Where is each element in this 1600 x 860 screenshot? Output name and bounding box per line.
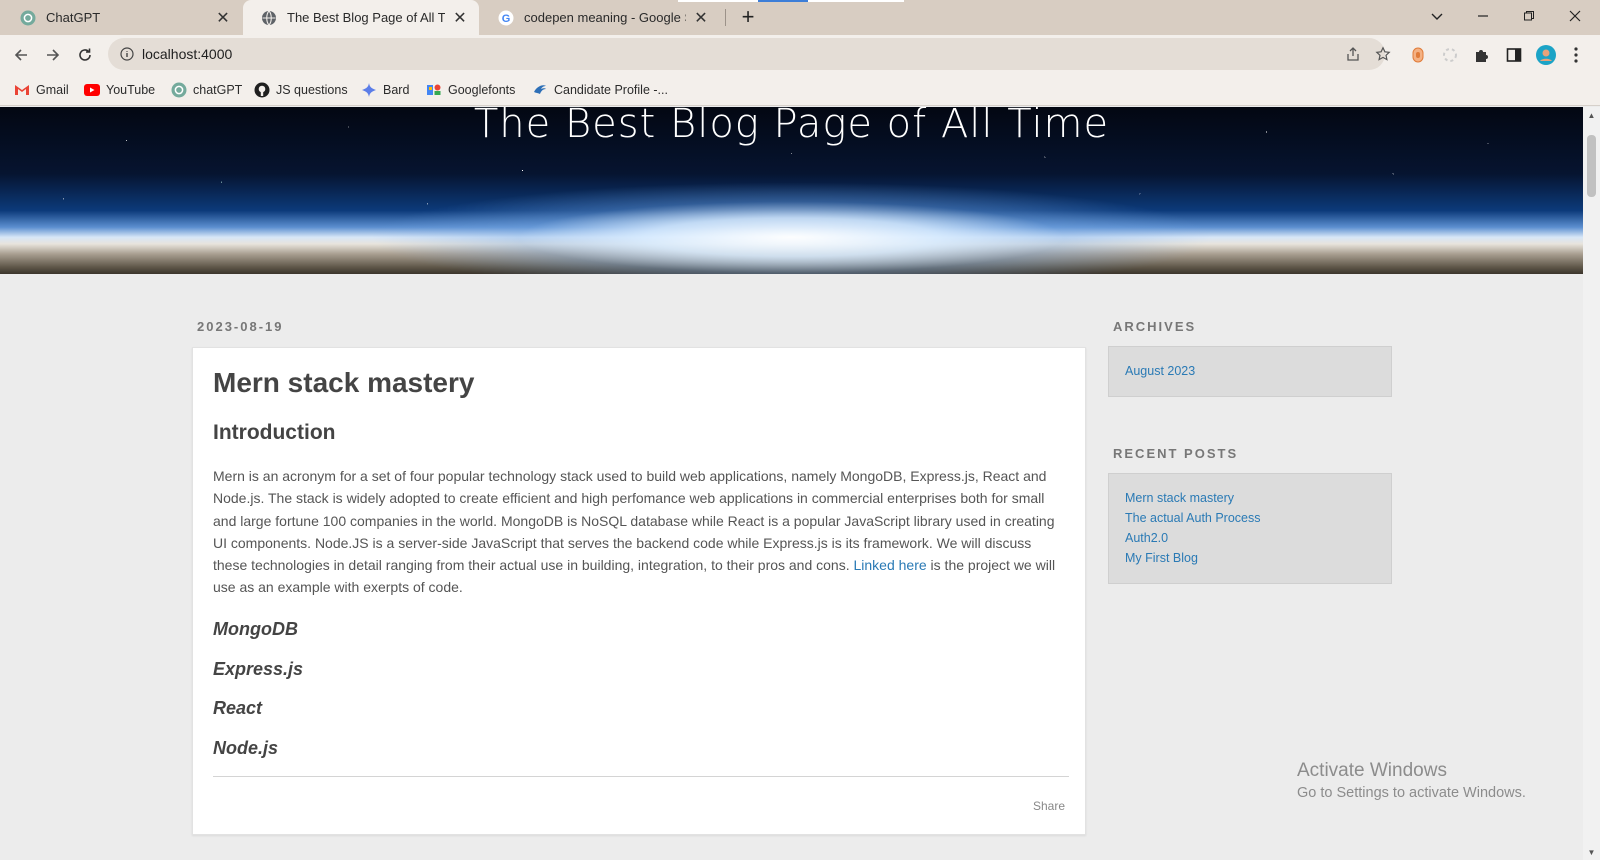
watermark-line1: Activate Windows: [1297, 760, 1447, 781]
page-scrollbar[interactable]: ▲ ▼: [1583, 107, 1600, 860]
tab-search-button[interactable]: [1414, 0, 1460, 32]
tab-label: codepen meaning - Google Search: [524, 10, 686, 25]
back-button[interactable]: [8, 42, 34, 68]
bookmark-star-icon[interactable]: [1374, 45, 1392, 63]
url-text: localhost:4000: [142, 46, 233, 62]
restore-icon: [1524, 11, 1534, 21]
chatgpt-icon: [171, 82, 187, 98]
close-icon[interactable]: ✕: [214, 9, 232, 27]
bookmark-candidate-profile[interactable]: Candidate Profile -...: [532, 80, 668, 100]
tab-strip: ChatGPT ✕ The Best Blog Page of All Time…: [0, 0, 1600, 35]
bookmark-label: YouTube: [106, 83, 156, 97]
site-title[interactable]: The Best Blog Page of All Time: [0, 107, 1583, 147]
minimize-icon: [1478, 15, 1488, 17]
youtube-icon: [84, 82, 100, 98]
browser-menu-icon[interactable]: [1565, 44, 1587, 66]
project-link[interactable]: Linked here: [854, 557, 927, 573]
svg-text:G: G: [502, 13, 511, 25]
reload-icon: [79, 48, 91, 61]
post-body: Mern is an acronym for a set of four pop…: [213, 465, 1069, 599]
archives-box: August 2023: [1108, 346, 1392, 397]
divider: [213, 776, 1069, 777]
archive-link[interactable]: August 2023: [1125, 364, 1195, 378]
bookmark-gmail[interactable]: Gmail: [14, 80, 69, 100]
bookmark-bard[interactable]: Bard: [361, 80, 409, 100]
scroll-down-icon[interactable]: ▼: [1583, 844, 1600, 860]
share-icon[interactable]: [1344, 45, 1362, 63]
tab-separator: [725, 9, 726, 26]
side-panel-icon[interactable]: [1503, 44, 1525, 66]
forward-button[interactable]: [40, 42, 66, 68]
bookmark-googlefonts[interactable]: Googlefonts: [426, 80, 515, 100]
gmail-icon: [14, 82, 30, 98]
tab-label: The Best Blog Page of All Time: [287, 10, 445, 25]
activate-windows-watermark: Activate Windows Go to Settings to activ…: [1297, 760, 1526, 801]
subheading-nodejs: Node.js: [213, 738, 279, 758]
section-heading: Introduction: [213, 421, 336, 444]
subheading-react: React: [213, 698, 263, 718]
bookmark-label: Candidate Profile -...: [554, 83, 668, 97]
close-icon[interactable]: ✕: [692, 9, 710, 27]
recent-post-link[interactable]: Mern stack mastery: [1125, 491, 1234, 505]
googlefonts-icon: [426, 82, 442, 98]
github-icon: [254, 82, 270, 98]
bookmarks-bar: Gmail YouTube chatGPT JS questions Bard …: [0, 73, 1600, 106]
tab-chatgpt[interactable]: ChatGPT ✕: [2, 0, 242, 35]
restore-button[interactable]: [1506, 0, 1552, 32]
browser-toolbar: localhost:4000: [0, 35, 1600, 73]
close-icon: [1569, 10, 1581, 22]
reload-button[interactable]: [72, 42, 98, 68]
arrow-left-icon: [14, 49, 27, 61]
recent-posts-heading: RECENT POSTS: [1113, 446, 1239, 461]
bookmark-label: Googlefonts: [448, 83, 516, 97]
page-viewport: The Best Blog Page of All Time 2023-08-1…: [0, 107, 1583, 860]
candidate-icon: [532, 82, 548, 98]
recent-post-link[interactable]: My First Blog: [1125, 551, 1198, 565]
chevron-down-icon: [1431, 13, 1443, 20]
loading-indicator-tail: [808, 0, 904, 2]
loading-indicator-accent: [758, 0, 808, 2]
bookmark-chatgpt[interactable]: chatGPT: [171, 80, 242, 100]
post-card: Mern stack mastery Introduction Mern is …: [192, 347, 1086, 835]
bookmark-label: Bard: [383, 83, 410, 97]
profile-avatar-icon[interactable]: [1535, 44, 1557, 66]
address-bar[interactable]: localhost:4000: [108, 38, 1391, 70]
extension-loading-icon[interactable]: [1439, 44, 1461, 66]
arrow-right-icon: [47, 49, 60, 61]
bookmark-label: Gmail: [36, 83, 69, 97]
tab-google-search[interactable]: G codepen meaning - Google Search ✕: [480, 0, 720, 35]
extension-orange-icon[interactable]: [1407, 44, 1429, 66]
post-date: 2023-08-19: [197, 319, 284, 334]
archives-heading: ARCHIVES: [1113, 319, 1197, 334]
extensions-puzzle-icon[interactable]: [1471, 44, 1493, 66]
new-tab-button[interactable]: +: [735, 4, 761, 30]
google-icon: G: [498, 10, 514, 26]
subheading-expressjs: Express.js: [213, 659, 304, 679]
bard-icon: [361, 82, 377, 98]
header-banner: The Best Blog Page of All Time: [0, 107, 1583, 274]
tab-label: ChatGPT: [46, 10, 101, 25]
scrollbar-thumb[interactable]: [1587, 135, 1596, 197]
info-icon[interactable]: [118, 45, 136, 63]
chatgpt-icon: [20, 10, 36, 26]
bookmark-js-questions[interactable]: JS questions: [254, 80, 348, 100]
scroll-up-icon[interactable]: ▲: [1583, 107, 1600, 123]
close-icon[interactable]: ✕: [451, 9, 469, 27]
tab-blog[interactable]: The Best Blog Page of All Time ✕: [243, 0, 479, 35]
recent-post-link[interactable]: The actual Auth Process: [1125, 511, 1261, 525]
globe-icon: [261, 10, 277, 26]
post-title[interactable]: Mern stack mastery: [213, 367, 474, 399]
window-close-button[interactable]: [1552, 0, 1598, 32]
bookmark-youtube[interactable]: YouTube: [84, 80, 155, 100]
minimize-button[interactable]: [1460, 0, 1506, 32]
recent-posts-box: Mern stack mastery The actual Auth Proce…: [1108, 473, 1392, 584]
bookmark-label: chatGPT: [193, 83, 243, 97]
bookmark-label: JS questions: [276, 83, 348, 97]
share-link[interactable]: Share: [1033, 799, 1065, 813]
watermark-line2: Go to Settings to activate Windows.: [1297, 785, 1526, 801]
subheading-mongodb: MongoDB: [213, 619, 298, 639]
recent-post-link[interactable]: Auth2.0: [1125, 531, 1168, 545]
